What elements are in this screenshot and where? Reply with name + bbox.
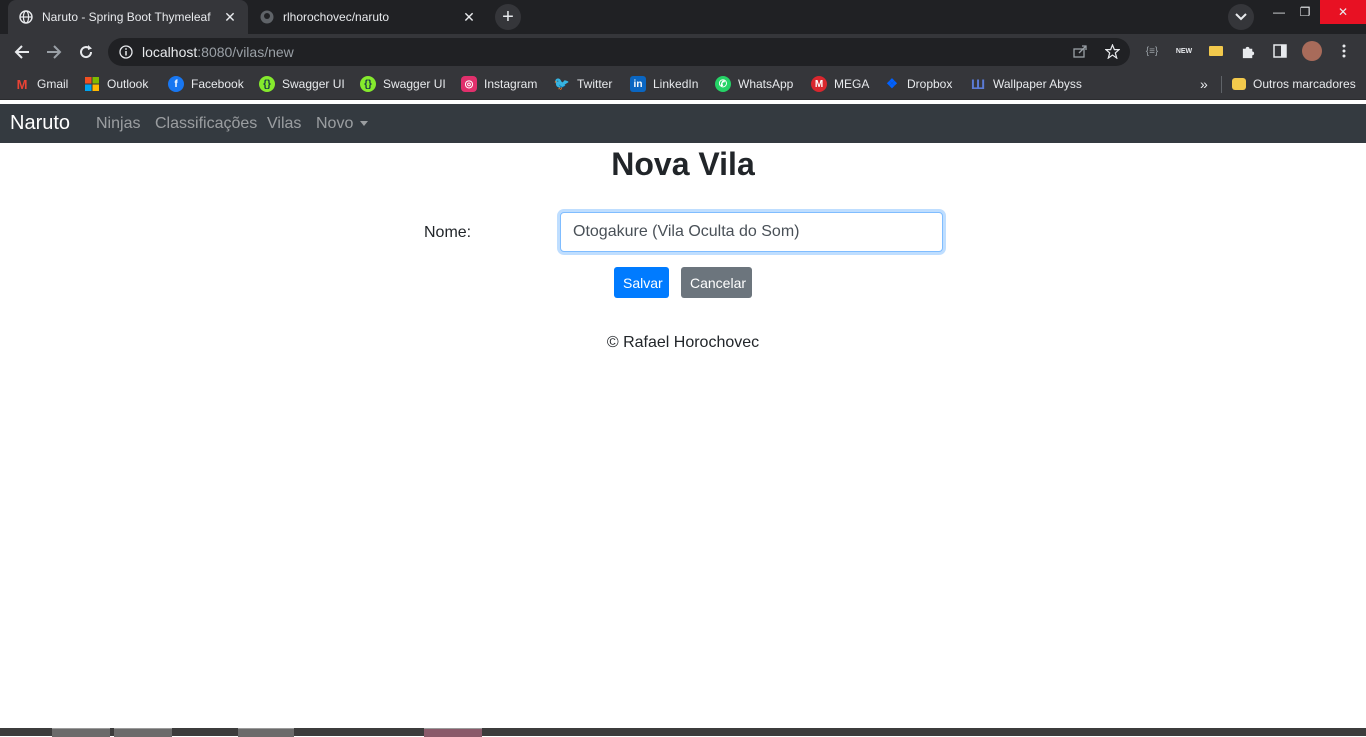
forward-button[interactable] [42,40,66,64]
navbar-brand[interactable]: Naruto [10,104,70,143]
instagram-icon: ◎ [461,76,477,92]
tab-close-icon[interactable]: ✕ [222,9,238,26]
nav-dropdown-label: Novo [316,115,354,132]
nav-link-vilas[interactable]: Vilas [267,104,301,143]
profile-avatar[interactable] [1301,40,1323,62]
folder-icon [1232,78,1246,90]
github-icon [259,9,275,25]
site-navbar: Naruto Ninjas Classificações Vilas Novo [0,104,1366,143]
browser-tab-strip: Naruto - Spring Boot Thymeleaf ✕ rlhoroc… [0,0,1366,34]
puzzle-icon[interactable] [1237,40,1259,62]
bookmark-instagram[interactable]: ◎ Instagram [461,70,537,98]
arrow-left-icon [14,45,29,59]
extension-new-icon[interactable]: NEW [1173,40,1195,62]
address-bar[interactable]: localhost:8080/vilas/new [108,38,1130,66]
bookmark-label: Swagger UI [282,77,345,91]
bookmark-label: LinkedIn [653,77,699,91]
bookmark-label: Twitter [577,77,613,91]
bookmark-label: Outlook [107,77,149,91]
mega-icon: M [811,76,827,92]
bookmark-label: WhatsApp [738,77,794,91]
tab-title: rlhorochovec/naruto [283,10,390,24]
bookmarks-divider [1221,76,1222,93]
bookmarks-bar: M Gmail Outlook f Facebook {} Swagger UI {}… [0,70,1366,100]
bookmark-linkedin[interactable]: in LinkedIn [630,70,698,98]
twitter-icon: 🐦 [553,76,571,91]
caret-down-icon [360,121,369,127]
bookmark-label: Wallpaper Abyss [993,77,1082,91]
url-text: localhost:8080/vilas/new [142,44,294,60]
windows-icon [84,76,100,92]
nav-dropdown-novo[interactable]: Novo [316,104,369,143]
bookmark-facebook[interactable]: f Facebook [168,70,244,98]
bookmark-label: Instagram [484,77,538,91]
bookmark-label: Dropbox [907,77,953,91]
save-button[interactable]: Salvar [614,267,669,298]
bookmark-outlook[interactable]: Outlook [84,70,148,98]
new-tab-button[interactable]: + [495,4,521,30]
bookmark-swagger-1[interactable]: {} Swagger UI [259,70,345,98]
nav-link-ninjas[interactable]: Ninjas [96,104,140,143]
globe-icon [18,9,34,25]
info-icon[interactable] [118,44,134,60]
bookmark-other-folder[interactable]: Outros marcadores [1232,70,1356,98]
bookmark-wallpaper-abyss[interactable]: Ш Wallpaper Abyss [970,70,1082,98]
reload-icon [80,45,93,59]
restore-button[interactable]: ❐ [1290,0,1320,24]
share-icon[interactable] [1069,40,1091,62]
url-path: :8080/vilas/new [197,44,294,60]
tab-close-icon[interactable]: ✕ [461,9,477,26]
bookmark-gmail[interactable]: M Gmail [14,70,69,98]
linkedin-icon: in [630,76,646,92]
side-panel-icon[interactable] [1269,40,1291,62]
extension-folder-icon[interactable] [1205,40,1227,62]
tab-search-button[interactable] [1228,4,1254,30]
bookmark-label: Facebook [191,77,244,91]
tab-title: Naruto - Spring Boot Thymeleaf [42,10,211,24]
arrow-right-icon [47,45,62,59]
bookmark-label: Swagger UI [383,77,446,91]
dropbox-icon: ❖ [886,76,898,91]
browser-toolbar: localhost:8080/vilas/new {≡} NEW [0,34,1366,70]
os-taskbar [0,728,1366,737]
browser-tab[interactable]: rlhorochovec/naruto ✕ [249,0,487,34]
nav-link-classificacoes[interactable]: Classificações [155,104,257,143]
bookmark-whatsapp[interactable]: ✆ WhatsApp [715,70,793,98]
browser-tab-active[interactable]: Naruto - Spring Boot Thymeleaf ✕ [8,0,248,34]
url-host: localhost [142,44,198,60]
page-title: Nova Vila [611,146,755,182]
cancel-button[interactable]: Cancelar [681,267,752,298]
star-icon[interactable] [1101,40,1123,62]
footer-copyright: © Rafael Horochovec [606,334,760,351]
wallpaper-icon: Ш [970,76,986,92]
chevron-down-icon [1235,13,1247,21]
reload-button[interactable] [74,40,98,64]
bookmark-twitter[interactable]: 🐦 Twitter [554,70,612,98]
back-button[interactable] [10,40,34,64]
gmail-icon: M [16,76,28,92]
bookmark-dropbox[interactable]: ❖ Dropbox [884,70,952,98]
swagger-icon: {} [360,76,376,92]
name-input[interactable] [560,212,943,252]
menu-kebab-icon[interactable] [1333,40,1355,62]
bookmark-swagger-2[interactable]: {} Swagger UI [360,70,446,98]
bookmark-label: Outros marcadores [1253,77,1356,91]
name-label: Nome: [424,224,472,241]
bookmarks-overflow-icon[interactable]: » [1200,70,1208,98]
facebook-icon: f [168,76,184,92]
extension-json-icon[interactable]: {≡} [1141,40,1163,62]
bookmark-mega[interactable]: M MEGA [811,70,869,98]
swagger-icon: {} [259,76,275,92]
whatsapp-icon: ✆ [715,76,731,92]
window-close-button[interactable]: ✕ [1320,0,1366,24]
bookmark-label: MEGA [834,77,870,91]
bookmark-label: Gmail [37,77,69,91]
